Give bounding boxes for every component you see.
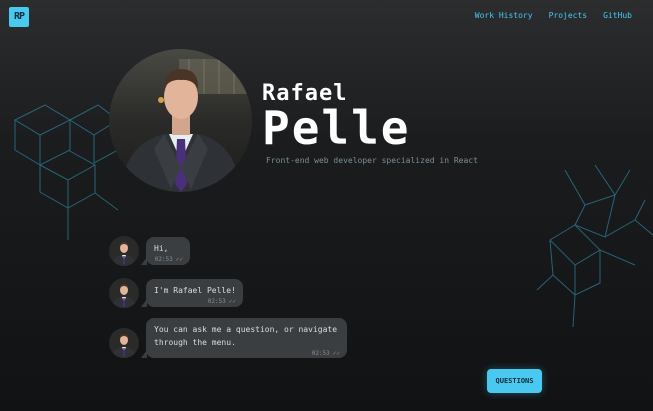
message-text: I'm Rafael Pelle! bbox=[154, 286, 236, 295]
message-meta: 02:53 ✓✓ bbox=[154, 298, 236, 306]
hero-last-name: Pelle bbox=[262, 101, 411, 155]
logo[interactable]: RP bbox=[9, 7, 29, 27]
double-check-icon: ✓✓ bbox=[228, 298, 236, 305]
chat-bubble: Hi, 02:53 ✓✓ bbox=[141, 237, 190, 265]
chat-avatar bbox=[109, 236, 139, 266]
hero-subtitle: Front-end web developer specialized in R… bbox=[266, 156, 478, 165]
top-nav: Work History Projects GitHub bbox=[475, 11, 632, 20]
message-time: 02:53 bbox=[154, 256, 173, 263]
chat-bubble: You can ask me a question, or navigate t… bbox=[141, 318, 347, 358]
message-text: You can ask me a question, or navigate t… bbox=[154, 325, 338, 347]
message-meta: 02:53 ✓✓ bbox=[154, 350, 340, 358]
questions-button[interactable]: QUESTIONS bbox=[487, 369, 542, 393]
chat-bubble: I'm Rafael Pelle! 02:53 ✓✓ bbox=[141, 279, 243, 307]
message-text: Hi, bbox=[154, 244, 169, 253]
chat-avatar bbox=[109, 328, 139, 358]
nav-work-history[interactable]: Work History bbox=[475, 11, 533, 20]
double-check-icon: ✓✓ bbox=[332, 350, 340, 357]
double-check-icon: ✓✓ bbox=[175, 256, 183, 263]
logo-text: RP bbox=[13, 11, 25, 22]
message-meta: 02:53 ✓✓ bbox=[154, 256, 183, 264]
chat-avatar bbox=[109, 278, 139, 308]
message-time: 02:53 bbox=[207, 298, 226, 305]
right-cube-decoration bbox=[536, 165, 653, 328]
nav-projects[interactable]: Projects bbox=[549, 11, 588, 20]
profile-photo bbox=[109, 49, 252, 192]
message-time: 02:53 bbox=[311, 350, 330, 357]
nav-github[interactable]: GitHub bbox=[603, 11, 632, 20]
